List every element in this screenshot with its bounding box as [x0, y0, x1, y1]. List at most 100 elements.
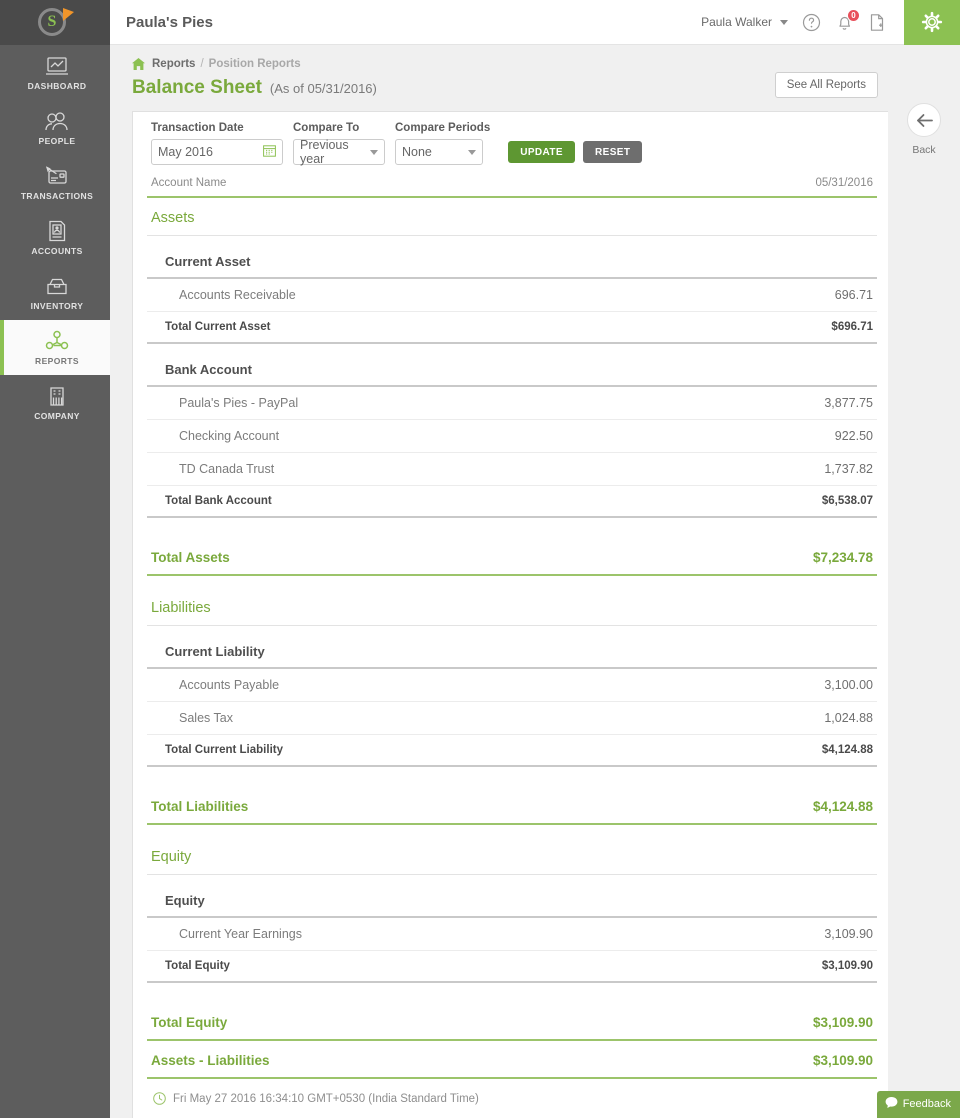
people-icon [44, 109, 70, 133]
sidebar-item-inventory[interactable]: INVENTORY [0, 265, 110, 320]
user-name-label: Paula Walker [701, 15, 772, 29]
column-header-date: 05/31/2016 [815, 177, 873, 189]
right-rail: Back [888, 45, 960, 1118]
sidebar-label-dashboard: DASHBOARD [28, 81, 87, 91]
transactions-icon [44, 164, 70, 188]
sidebar-item-reports[interactable]: REPORTS [0, 320, 110, 375]
compare-periods-value: None [402, 145, 468, 159]
report-rows: AssetsCurrent AssetAccounts Receivable69… [147, 198, 877, 1079]
report-line-row: Accounts Payable 3,100.00 [147, 669, 877, 702]
company-title: Paula's Pies [126, 14, 213, 31]
report-subtotal-row: Total Equity$3,109.90 [147, 951, 877, 983]
gear-icon [919, 9, 945, 35]
filter-label-compare-periods: Compare Periods [395, 122, 490, 134]
report-row-label: Current Year Earnings [179, 927, 302, 941]
report-line-row: Checking Account922.50 [147, 420, 877, 453]
sidebar-item-people[interactable]: PEOPLE [0, 100, 110, 155]
sidebar-item-dashboard[interactable]: DASHBOARD [0, 45, 110, 100]
back-label: Back [912, 144, 935, 156]
report-row-value: $6,538.07 [822, 495, 873, 507]
report-group-header: Bank Account [147, 344, 877, 387]
report-row-value: $696.71 [831, 321, 873, 333]
report-row-value: $4,124.88 [813, 799, 873, 814]
report-spacer [147, 825, 877, 837]
chevron-down-icon [468, 150, 476, 155]
report-row-label: Total Bank Account [165, 495, 272, 507]
report-footer: Fri May 27 2016 16:34:10 GMT+0530 (India… [147, 1079, 877, 1118]
report-row-label: TD Canada Trust [179, 462, 274, 476]
calendar-icon[interactable] [263, 144, 276, 160]
report-row-value: 696.71 [835, 288, 873, 302]
app-logo[interactable]: S [0, 0, 110, 45]
report-table: Account Name 05/31/2016 AssetsCurrent As… [133, 177, 891, 1118]
sidebar-item-company[interactable]: COMPANY [0, 375, 110, 430]
logo-triangle-icon [63, 8, 74, 21]
home-icon [132, 58, 145, 70]
help-button[interactable] [802, 13, 821, 32]
report-row-label: Current Asset [165, 254, 250, 269]
report-row-label: Total Equity [165, 960, 230, 972]
report-row-label: Paula's Pies - PayPal [179, 396, 298, 410]
report-row-label: Accounts Receivable [179, 288, 296, 302]
settings-button[interactable] [904, 0, 960, 45]
report-section-header: Liabilities [147, 588, 877, 626]
compare-periods-select[interactable]: None [395, 139, 483, 165]
sidebar-item-accounts[interactable]: ACCOUNTS [0, 210, 110, 265]
report-group-header: Current Asset [147, 236, 877, 279]
sidebar-label-reports: REPORTS [35, 356, 79, 366]
user-menu[interactable]: Paula Walker [701, 15, 788, 29]
report-subtotal-row: Total Current Asset $696.71 [147, 312, 877, 344]
breadcrumb-separator: / [200, 58, 203, 70]
topbar-actions: Paula Walker 0 [701, 0, 960, 45]
report-row-label: Total Liabilities [151, 799, 248, 814]
report-subtotal-row: Total Current Liability$4,124.88 [147, 735, 877, 767]
sidebar-label-people: PEOPLE [39, 136, 76, 146]
report-row-value: 3,100.00 [824, 678, 873, 692]
report-row-value: 3,877.75 [824, 396, 873, 410]
report-row-label: Accounts Payable [179, 678, 279, 692]
report-section-header: Equity [147, 837, 877, 875]
accounts-icon [47, 219, 67, 243]
clock-icon [153, 1092, 166, 1105]
compare-to-select[interactable]: Previous year [293, 139, 385, 165]
report-row-value: 1,024.88 [824, 711, 873, 725]
reset-button[interactable]: RESET [583, 141, 642, 163]
report-timestamp: Fri May 27 2016 16:34:10 GMT+0530 (India… [173, 1093, 479, 1105]
add-document-button[interactable] [868, 13, 886, 32]
report-panel: Transaction Date May 2016 Comp [132, 111, 892, 1118]
report-row-label: Total Assets [151, 550, 230, 565]
report-row-label: Sales Tax [179, 711, 233, 725]
question-mark-icon [802, 13, 821, 32]
top-bar: Paula's Pies Paula Walker [110, 0, 960, 45]
filter-label-transaction-date: Transaction Date [151, 122, 283, 134]
report-row-value: $3,109.90 [813, 1053, 873, 1068]
sidebar-label-accounts: ACCOUNTS [31, 246, 82, 256]
report-row-label: Total Current Liability [165, 744, 283, 756]
report-row-label: Current Liability [165, 644, 265, 659]
report-row-value: 1,737.82 [824, 462, 873, 476]
chevron-down-icon [370, 150, 378, 155]
report-row-value: $3,109.90 [813, 1015, 873, 1030]
notification-badge: 0 [847, 9, 860, 22]
report-row-label: Equity [151, 849, 191, 865]
company-icon [47, 384, 67, 408]
transaction-date-input[interactable]: May 2016 [151, 139, 283, 165]
logo-letter: S [38, 8, 66, 36]
back-button[interactable] [907, 103, 941, 137]
report-row-value: $7,234.78 [813, 550, 873, 565]
see-all-reports-button[interactable]: See All Reports [775, 72, 878, 98]
report-row-label: Total Current Asset [165, 321, 270, 333]
report-total-row: Total Assets $7,234.78 [147, 538, 877, 576]
report-row-value: 922.50 [835, 429, 873, 443]
sidebar-item-transactions[interactable]: TRANSACTIONS [0, 155, 110, 210]
update-button[interactable]: UPDATE [508, 141, 575, 163]
report-line-row: Accounts Receivable 696.71 [147, 279, 877, 312]
compare-to-value: Previous year [300, 138, 370, 166]
notifications-button[interactable]: 0 [835, 13, 854, 32]
report-row-label: Total Equity [151, 1015, 227, 1030]
report-total-row: Assets - Liabilities$3,109.90 [147, 1041, 877, 1079]
feedback-button[interactable]: Feedback [877, 1091, 960, 1118]
sidebar: S DASHBOARD [0, 0, 110, 1118]
report-group-header: Equity [147, 875, 877, 918]
breadcrumb-parent[interactable]: Reports [152, 58, 195, 70]
